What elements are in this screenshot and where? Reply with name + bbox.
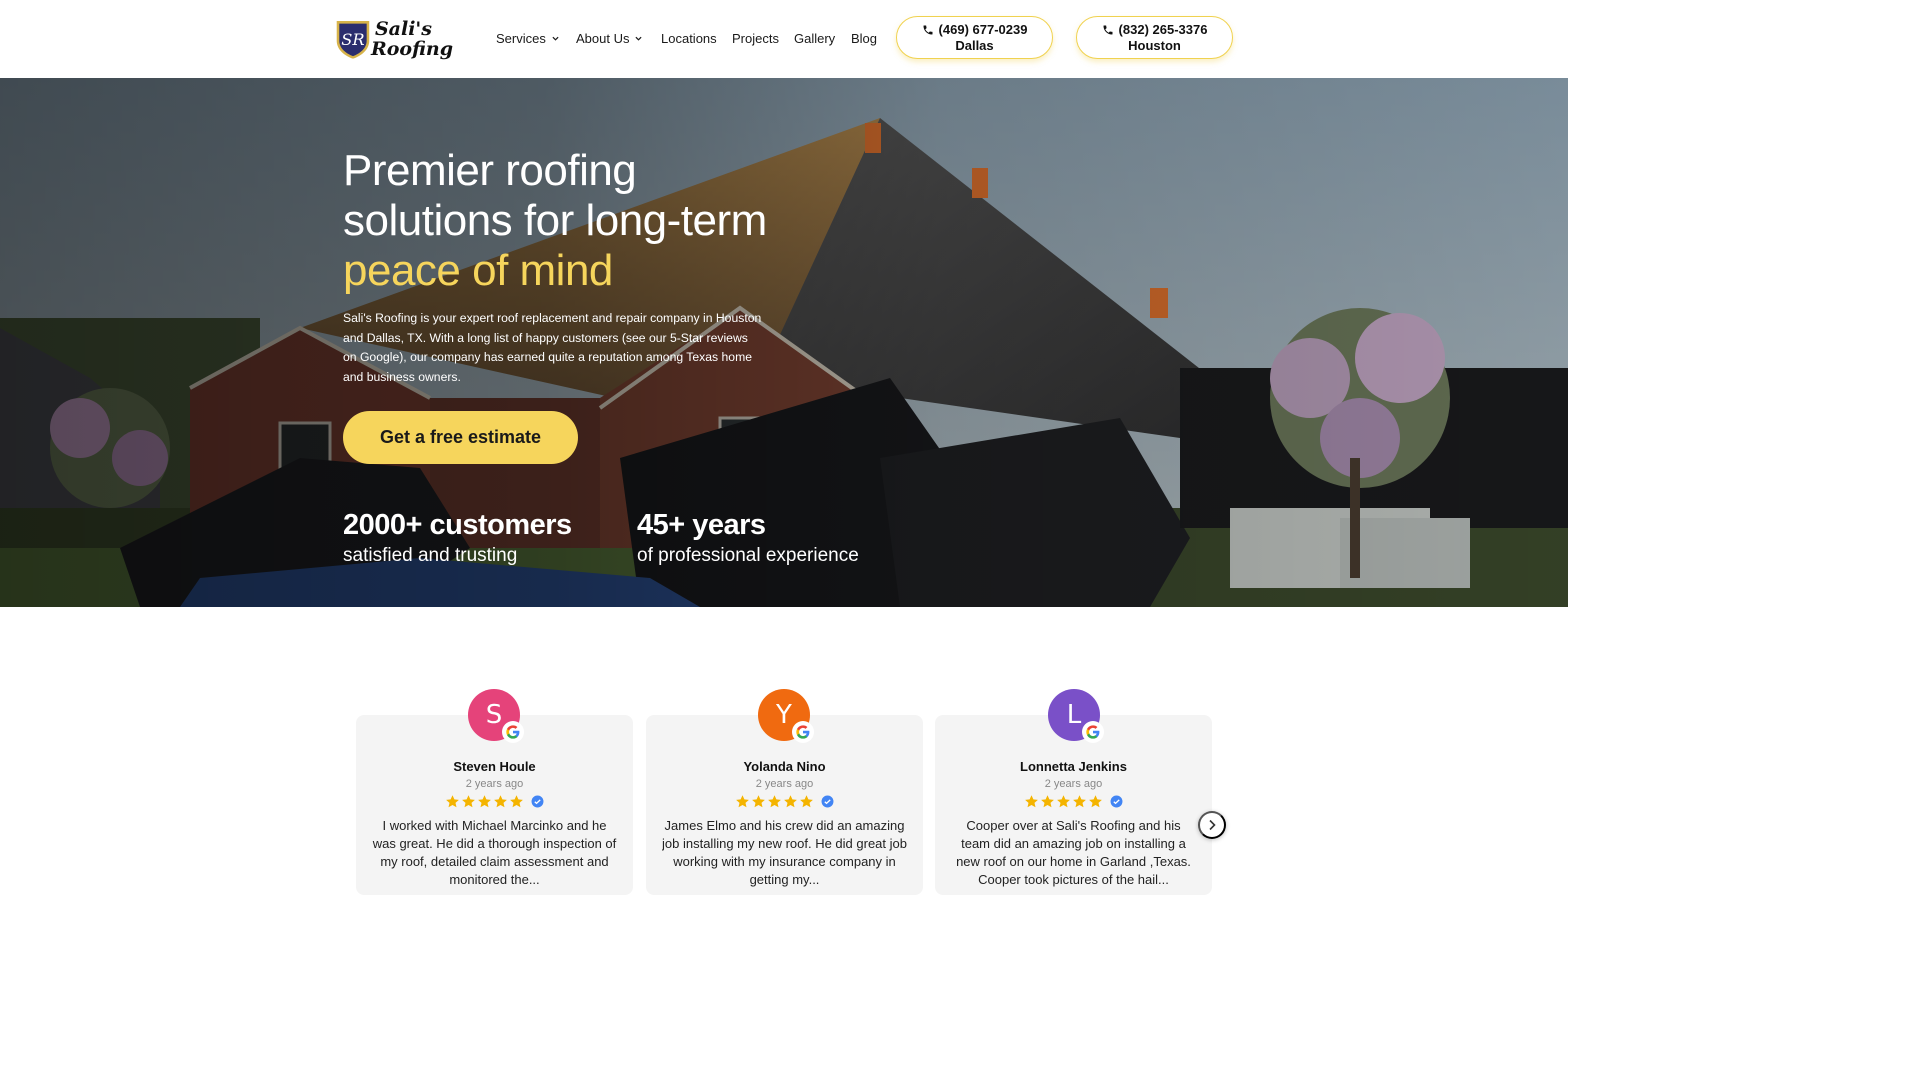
reviewer-name: Yolanda Nino: [743, 759, 826, 774]
phone-number-row: (832) 265-3376: [1102, 21, 1208, 38]
phone-city: Houston: [1128, 37, 1181, 53]
review-card: Steven Houle 2 years ago I worked with M…: [356, 715, 633, 895]
nav-item-label: About Us: [576, 31, 630, 46]
star-icon: [446, 795, 459, 808]
star-icon: [736, 795, 749, 808]
star-icon: [1025, 795, 1038, 808]
nav-item-label: Gallery: [794, 31, 836, 46]
google-g-icon: [1082, 721, 1104, 743]
stat-value: 2000+ customers: [343, 509, 572, 541]
review-text: James Elmo and his crew did an amazing j…: [662, 818, 907, 887]
phone-city: Dallas: [955, 37, 994, 53]
nav-item-gallery[interactable]: Gallery: [794, 31, 835, 46]
nav-item-projects[interactable]: Projects: [732, 31, 779, 46]
stat-value: 45+ years: [637, 509, 766, 541]
star-icon: [478, 795, 491, 808]
star-icon: [510, 795, 523, 808]
reviews-section: Steven Houle 2 years ago I worked with M…: [0, 607, 1568, 895]
star-icon: [462, 795, 475, 808]
avatar: Y: [758, 689, 814, 743]
avatar: S: [468, 689, 524, 743]
review-date: 2 years ago: [755, 778, 814, 790]
chevron-right-icon: [1209, 819, 1216, 831]
hero-title-main: Premier roofing solutions for long-term: [343, 146, 767, 245]
phone-button-dallas[interactable]: (469) 677-0239 Dallas: [896, 16, 1053, 59]
star-icon: [800, 795, 813, 808]
nav-item-label: Blog: [851, 31, 878, 46]
brand-name-line2: Roofing: [370, 38, 453, 60]
star-icon: [1057, 795, 1070, 808]
shield-logo-icon: SR: [336, 21, 370, 59]
stat-customers: 2000+ customers satisfied and trusting: [343, 508, 572, 569]
review-card: Yolanda Nino 2 years ago James Elmo and …: [646, 715, 923, 895]
star-icon: [1073, 795, 1086, 808]
star-rating: [646, 794, 923, 809]
nav-item-locations[interactable]: Locations: [661, 31, 717, 46]
site-header: SR Sali's Roofing Services About Us Loca…: [0, 0, 1568, 78]
phone-number: (469) 677-0239: [938, 21, 1028, 37]
star-icon: [752, 795, 765, 808]
stat-label: satisfied and trusting: [343, 545, 518, 566]
review-text: I worked with Michael Marcinko and he wa…: [372, 818, 617, 887]
chevron-down-icon: [552, 36, 559, 41]
carousel-next-button[interactable]: [1198, 811, 1226, 839]
star-rating: [935, 794, 1212, 809]
chevron-down-icon: [635, 36, 643, 41]
phone-button-houston[interactable]: (832) 265-3376 Houston: [1076, 16, 1233, 59]
stat-years: 45+ years of professional experience: [637, 508, 859, 569]
free-estimate-button[interactable]: Get a free estimate: [343, 411, 578, 464]
hero-title-accent: peace of mind: [343, 246, 613, 295]
phone-icon: [1103, 25, 1113, 34]
phone-number: (832) 265-3376: [1118, 21, 1208, 37]
avatar-initial: L: [1066, 700, 1082, 730]
nav-item-label: Locations: [661, 31, 717, 46]
review-text: Cooper over at Sali's Roofing and his te…: [956, 818, 1191, 887]
star-icon: [1089, 795, 1102, 808]
star-icon: [494, 795, 507, 808]
verified-badge-icon: [821, 795, 834, 808]
phone-number-row: (469) 677-0239: [922, 21, 1028, 38]
avatar: L: [1048, 689, 1104, 743]
google-g-icon: [792, 721, 814, 743]
brand-wordmark: Sali's Roofing: [371, 18, 453, 59]
star-rating: [356, 794, 633, 809]
hero-section: Premier roofing solutions for long-term …: [0, 78, 1568, 607]
nav-item-label: Projects: [732, 31, 779, 46]
brand-name-line1: Sali's: [374, 18, 432, 40]
review-date: 2 years ago: [1044, 778, 1103, 790]
google-g-icon: [502, 721, 524, 743]
reviewer-name: Steven Houle: [453, 759, 536, 774]
star-icon: [1041, 795, 1054, 808]
verified-badge-icon: [531, 795, 544, 808]
star-icon: [768, 795, 781, 808]
phone-icon: [923, 25, 933, 34]
brand-monogram: SR: [341, 30, 364, 49]
stat-label: of professional experience: [637, 545, 859, 566]
avatar-initial: S: [485, 700, 503, 730]
nav-item-about-us[interactable]: About Us: [576, 31, 643, 46]
reviewer-name: Lonnetta Jenkins: [1020, 759, 1127, 774]
hero-description: Sali's Roofing is your expert roof repla…: [343, 311, 762, 384]
verified-badge-icon: [1110, 795, 1123, 808]
review-card: Lonnetta Jenkins 2 years ago Cooper over…: [935, 715, 1212, 895]
nav-item-services[interactable]: Services: [496, 31, 559, 46]
hero-title: Premier roofing solutions for long-term …: [343, 146, 803, 296]
brand-logo[interactable]: SR Sali's Roofing: [335, 14, 453, 64]
star-icon: [784, 795, 797, 808]
review-date: 2 years ago: [465, 778, 524, 790]
nav-item-label: Services: [496, 31, 546, 46]
avatar-initial: Y: [776, 700, 792, 730]
nav-item-blog[interactable]: Blog: [851, 31, 877, 46]
